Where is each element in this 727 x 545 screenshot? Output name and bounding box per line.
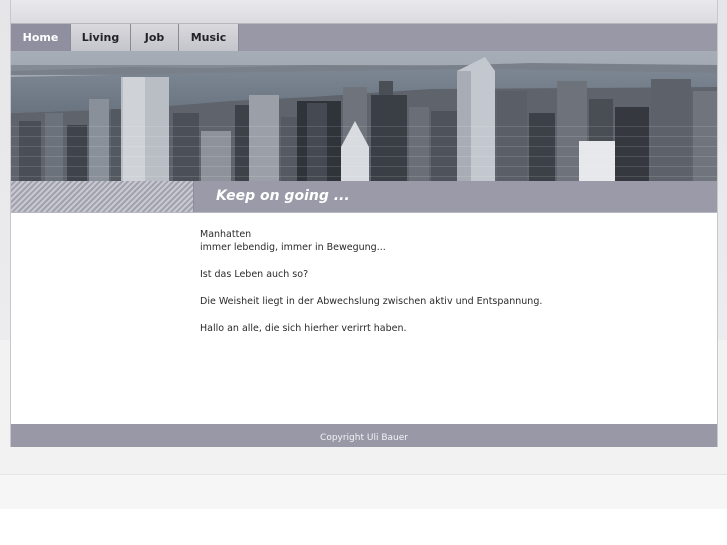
main-navigation: Home Living Job Music: [11, 24, 717, 51]
page-background-bottom-band: [0, 474, 727, 509]
intro-paragraph: Manhatten immer lebendig, immer in Beweg…: [200, 228, 700, 254]
nav-item-living[interactable]: Living: [71, 24, 131, 51]
copyright-text: Copyright Uli Bauer: [320, 433, 408, 443]
content-divider: [11, 212, 717, 213]
intro-line-1: Manhatten: [200, 229, 252, 240]
header-strip: [11, 0, 717, 24]
manhattan-skyline-image: [11, 51, 717, 181]
main-content: Manhatten immer lebendig, immer in Beweg…: [200, 228, 700, 349]
slogan-bar: Keep on going ...: [11, 181, 717, 212]
paragraph-3: Die Weisheit liegt in der Abwechslung zw…: [200, 296, 543, 307]
nav-item-job[interactable]: Job: [131, 24, 179, 51]
nav-item-home[interactable]: Home: [11, 24, 71, 51]
intro-line-2: immer lebendig, immer in Bewegung...: [200, 242, 386, 253]
paragraph-2: Ist das Leben auch so?: [200, 269, 309, 280]
footer: Copyright Uli Bauer: [11, 424, 717, 447]
striped-decoration: [11, 181, 194, 212]
site-container: Home Living Job Music Keep on going ... …: [10, 0, 718, 447]
banner-image: [11, 51, 717, 181]
nav-item-music[interactable]: Music: [179, 24, 239, 51]
paragraph-4: Hallo an alle, die sich hierher verirrt …: [200, 323, 407, 334]
slogan-text: Keep on going ...: [216, 188, 350, 204]
